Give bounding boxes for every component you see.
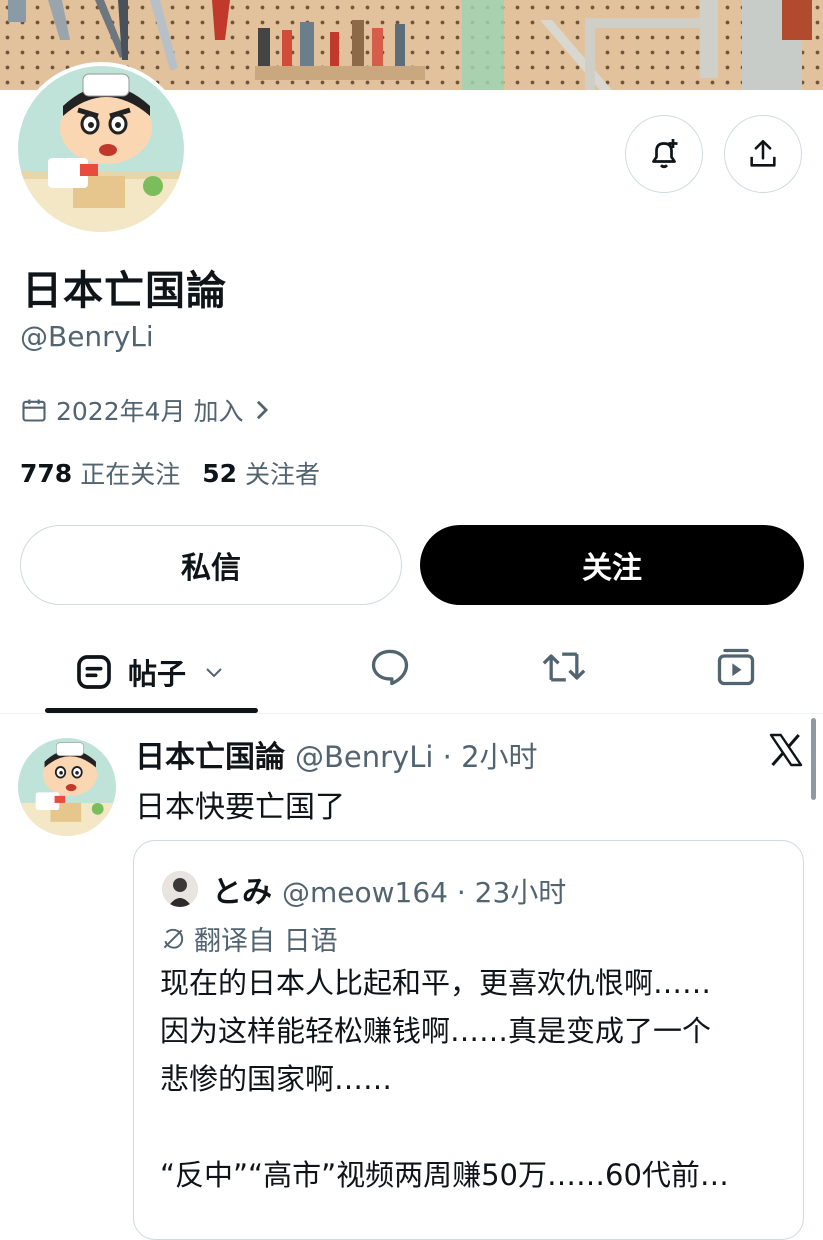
posts-icon — [77, 655, 111, 689]
followers-count: 52 — [202, 458, 237, 488]
video-icon — [717, 648, 755, 686]
quoted-text-blank-line — [160, 1103, 780, 1151]
chevron-right-icon — [257, 400, 269, 420]
tab-posts-label: 帖子 — [128, 657, 187, 691]
quoted-handle-time: @meow164 · 23小时 — [282, 876, 567, 909]
quoted-text-line: 因为这样能轻松赚钱啊……真是变成了一个 — [160, 1014, 712, 1048]
quoted-text-line: 悲惨的国家啊…… — [160, 1062, 393, 1096]
scrollbar[interactable] — [811, 718, 816, 800]
message-button[interactable]: 私信 — [20, 525, 402, 605]
tab-reposts[interactable] — [540, 645, 588, 693]
notify-button[interactable] — [625, 115, 703, 193]
quoted-text-line: 现在的日本人比起和平，更喜欢仇恨啊…… — [160, 966, 712, 1000]
share-button[interactable] — [724, 115, 802, 193]
avatar-cartoon-image — [18, 738, 116, 836]
followers-label: 关注者 — [245, 460, 321, 489]
profile-tabs: 帖子 — [0, 635, 823, 714]
post-text: 日本快要亡国了 — [135, 790, 345, 825]
profile-handle: @BenryLi — [20, 320, 154, 353]
tab-posts[interactable]: 帖子 — [74, 651, 224, 693]
chevron-down-icon — [206, 668, 222, 678]
quoted-header: とみ @meow164 · 23小时 — [212, 867, 566, 911]
followers-link[interactable]: 52 关注者 — [202, 455, 320, 491]
quoted-author-avatar[interactable] — [162, 871, 198, 907]
tab-replies[interactable] — [368, 645, 412, 693]
x-logo-icon — [768, 733, 804, 771]
follow-stats: 778 正在关注 52 关注者 — [20, 455, 320, 491]
post-handle-time[interactable]: @BenryLi · 2小时 — [295, 734, 538, 776]
quoted-text: 现在的日本人比起和平，更喜欢仇恨啊…… 因为这样能轻松赚钱啊……真是变成了一个 … — [160, 959, 780, 1199]
post-author-name[interactable]: 日本亡国論 — [135, 732, 285, 776]
following-count: 778 — [20, 458, 73, 488]
profile-display-name: 日本亡国論 — [22, 268, 227, 314]
profile-avatar[interactable] — [18, 66, 184, 232]
repost-icon — [542, 652, 586, 682]
quoted-text-line: “反中”“高市”视频两周赚50万……60代前… — [160, 1158, 729, 1192]
joined-date: 2022年4月 加入 — [56, 397, 244, 426]
avatar-image — [162, 871, 198, 907]
follow-button[interactable]: 关注 — [420, 525, 804, 605]
quoted-post[interactable]: とみ @meow164 · 23小时 翻译自 日语 现在的日本人比起和平，更喜欢… — [133, 840, 804, 1240]
translated-from-row[interactable]: 翻译自 日语 — [160, 919, 338, 958]
post-header: 日本亡国論 @BenryLi · 2小时 — [135, 732, 538, 776]
avatar-cartoon-image — [18, 66, 184, 232]
joined-date-row[interactable]: 2022年4月 加入 — [20, 390, 269, 430]
reply-bubble-icon — [371, 649, 409, 686]
bell-plus-icon — [652, 139, 678, 169]
translated-from-label: 翻译自 日语 — [194, 926, 338, 957]
share-upload-icon — [750, 139, 776, 167]
following-label: 正在关注 — [80, 460, 181, 489]
calendar-icon — [22, 399, 46, 422]
quoted-author-name: とみ — [212, 875, 272, 910]
tab-videos[interactable] — [713, 645, 759, 693]
post-author-avatar[interactable] — [18, 738, 116, 836]
following-link[interactable]: 778 正在关注 — [20, 455, 180, 491]
active-tab-indicator — [45, 708, 258, 713]
translate-icon — [163, 928, 184, 949]
